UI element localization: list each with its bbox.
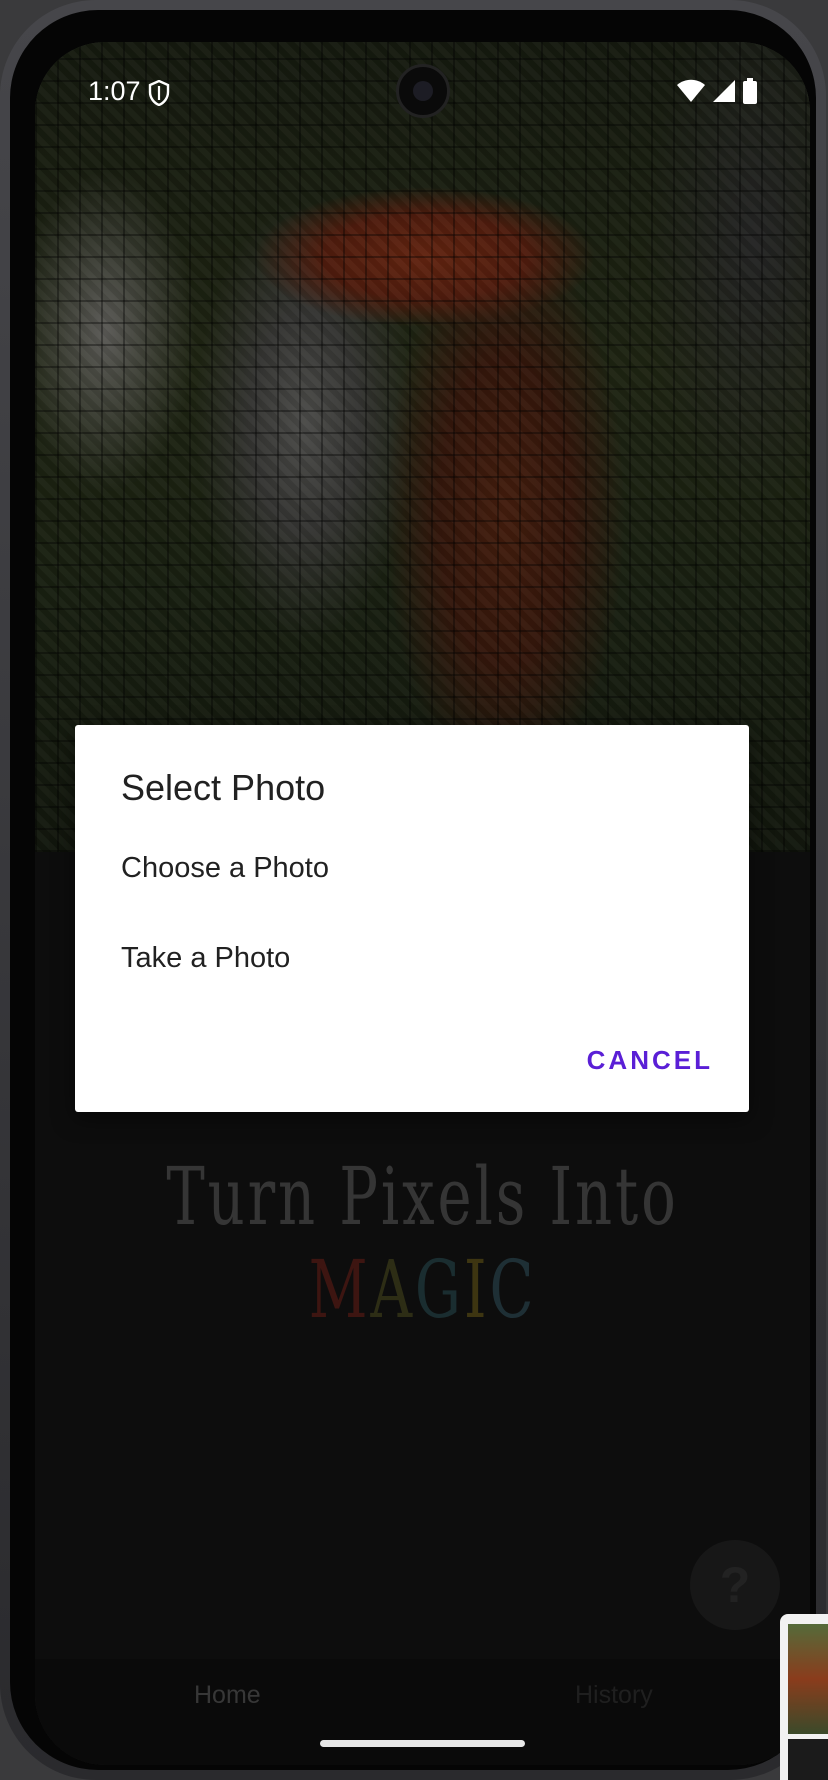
select-photo-dialog: Select Photo Choose a Photo Take a Photo… <box>75 725 749 1112</box>
battery-icon <box>743 78 757 104</box>
cancel-button[interactable]: CANCEL <box>587 1045 713 1076</box>
status-icons <box>676 78 758 104</box>
wifi-icon <box>677 79 705 102</box>
choose-photo-option[interactable]: Choose a Photo <box>121 852 329 885</box>
shield-icon <box>148 79 170 111</box>
take-photo-option[interactable]: Take a Photo <box>121 942 290 975</box>
home-indicator[interactable] <box>320 1740 525 1747</box>
thumbnail-image <box>788 1624 828 1734</box>
cellular-signal-icon <box>713 80 735 102</box>
status-time: 1:07 <box>88 76 141 106</box>
thumbnail-footer <box>788 1739 828 1780</box>
front-camera <box>396 64 450 118</box>
dialog-title: Select Photo <box>121 767 326 808</box>
screenshot-preview-thumbnail[interactable] <box>780 1614 828 1780</box>
